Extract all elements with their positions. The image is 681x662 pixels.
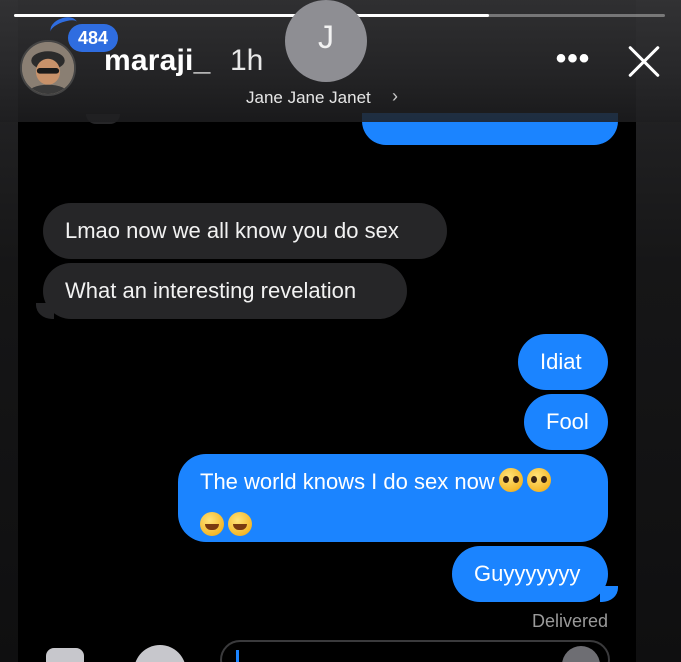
message-bubble-received: What an interesting revelation [43, 263, 407, 319]
message-text: The world knows I do sex now [200, 469, 495, 494]
text-cursor [236, 650, 239, 662]
message-bubble-sent: Idiat [518, 334, 608, 390]
message-bubble-sent: Fool [524, 394, 608, 450]
crying-face-icon [228, 512, 252, 536]
avatar-image [22, 42, 74, 94]
line-break [200, 502, 586, 506]
message-text: Idiat [540, 349, 582, 374]
message-text: Fool [546, 409, 589, 434]
more-options-button[interactable]: ••• [553, 42, 593, 82]
chevron-right-icon: › [392, 86, 398, 106]
contact-name[interactable]: Jane Jane Janet [246, 88, 371, 108]
avatar[interactable] [20, 40, 76, 96]
delivery-status: Delivered [531, 611, 608, 631]
pleading-face-icon [498, 468, 523, 492]
close-button[interactable] [620, 38, 668, 86]
story-progress-fill [14, 14, 490, 17]
contact-initial: J [318, 18, 334, 55]
camera-icon[interactable] [46, 648, 84, 662]
pleading-face-icon [526, 468, 551, 492]
story-username[interactable]: maraji_ [104, 44, 210, 78]
story-header: 484 maraji_ 1h J Jane Jane Janet › ••• [0, 0, 681, 122]
tired-face-icon [200, 512, 224, 536]
message-text: What an interesting revelation [65, 278, 357, 303]
message-text: Guyyyyyyy [474, 561, 581, 586]
message-text: Lmao now we all know you do sex [65, 218, 399, 243]
message-bubble-sent: The world knows I do sex now [178, 454, 608, 542]
message-bubble-sent: Guyyyyyyy [452, 546, 608, 602]
message-input[interactable] [220, 640, 610, 662]
contact-avatar[interactable]: J [285, 0, 367, 82]
message-bubble-received: Lmao now we all know you do sex [43, 203, 447, 259]
story-timestamp: 1h [230, 44, 264, 77]
